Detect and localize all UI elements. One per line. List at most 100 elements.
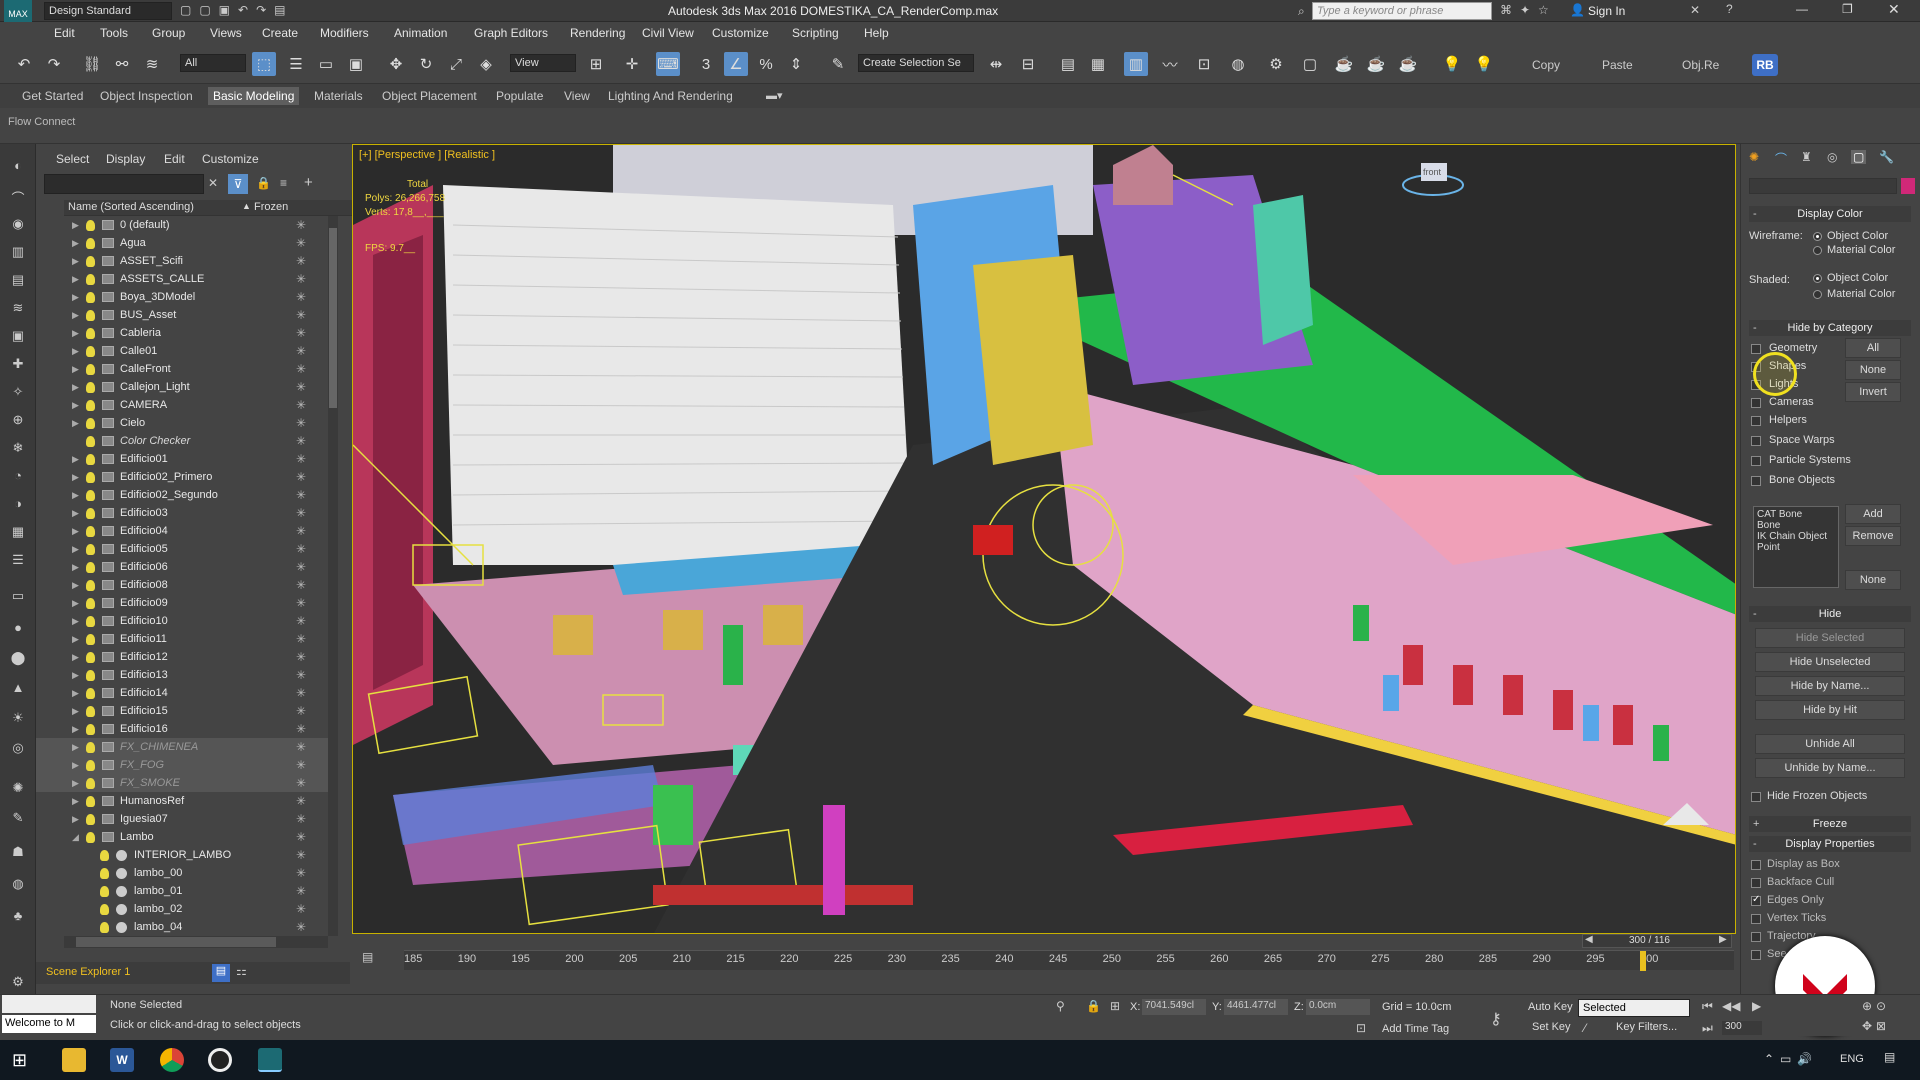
expand-arrow-icon[interactable]: ▶ <box>72 504 79 522</box>
frozen-snowflake-icon[interactable]: ✳ <box>296 576 306 594</box>
display-none-icon[interactable]: ▦ <box>8 524 28 542</box>
table-row[interactable]: ▶ Cableria ✳ <box>36 324 328 342</box>
frozen-snowflake-icon[interactable]: ✳ <box>296 306 306 324</box>
set-key-button[interactable]: Set Key <box>1532 1021 1571 1033</box>
expand-arrow-icon[interactable]: ▶ <box>72 324 79 342</box>
expand-arrow-icon[interactable]: ▶ <box>72 756 79 774</box>
hide-frozen-checkbox[interactable] <box>1751 792 1761 802</box>
visibility-bulb-icon[interactable] <box>86 814 95 825</box>
visibility-bulb-icon[interactable] <box>86 706 95 717</box>
unhide-by-name-button[interactable]: Unhide by Name... <box>1755 758 1905 778</box>
table-row[interactable]: lambo_01 ✳ <box>36 882 328 900</box>
display-geometry-icon[interactable]: ◐ <box>8 158 28 176</box>
display-frozen-icon[interactable]: ❄ <box>8 440 28 458</box>
expand-arrow-icon[interactable]: ▶ <box>72 720 79 738</box>
table-row[interactable]: lambo_02 ✳ <box>36 900 328 918</box>
pivot-icon[interactable]: ⊞ <box>584 52 608 76</box>
visibility-bulb-icon[interactable] <box>86 634 95 645</box>
key-mode-dropdown[interactable]: Selected <box>1578 999 1690 1017</box>
3dsmax-icon[interactable] <box>258 1048 282 1072</box>
object-name-field[interactable] <box>1749 178 1897 194</box>
render-iterative-icon[interactable]: ☕ <box>1364 52 1388 76</box>
hierarchy-tab-icon[interactable]: ♜ <box>1801 150 1812 164</box>
expand-arrow-icon[interactable]: ▶ <box>72 486 79 504</box>
menu-civil-view[interactable]: Civil View <box>642 26 694 40</box>
expand-arrow-icon[interactable]: ▶ <box>72 234 79 252</box>
table-row[interactable]: ▶ Edificio03 ✳ <box>36 504 328 522</box>
slider-prev-icon[interactable]: ◀ <box>1585 934 1593 945</box>
visibility-bulb-icon[interactable] <box>100 904 109 915</box>
wire-object-color-radio[interactable] <box>1813 232 1822 241</box>
expand-arrow-icon[interactable]: ▶ <box>72 522 79 540</box>
expand-arrow-icon[interactable]: ▶ <box>72 450 79 468</box>
visibility-bulb-icon[interactable] <box>86 454 95 465</box>
hide-rollout[interactable]: - Hide <box>1749 606 1911 622</box>
exchange-icon[interactable]: ✕ <box>1690 3 1700 17</box>
menu-views[interactable]: Views <box>210 26 242 40</box>
visibility-bulb-icon[interactable] <box>100 886 109 897</box>
hide-by-hit-button[interactable]: Hide by Hit <box>1755 700 1905 720</box>
display-containers-icon[interactable]: ⊕ <box>8 412 28 430</box>
maxscript-listener[interactable]: Welcome to M <box>2 1015 96 1033</box>
none-filter-button[interactable]: None <box>1845 570 1901 590</box>
expand-arrow-icon[interactable]: ▶ <box>72 306 79 324</box>
frozen-snowflake-icon[interactable]: ✳ <box>296 702 306 720</box>
menu-graph-editors[interactable]: Graph Editors <box>474 26 548 40</box>
workspace-dropdown[interactable]: Design Standard <box>44 2 172 20</box>
visibility-bulb-icon[interactable] <box>86 598 95 609</box>
tab-materials[interactable]: Materials <box>314 89 363 103</box>
display-prop-checkbox[interactable] <box>1751 914 1761 924</box>
isolate-icon[interactable]: ⚲ <box>1056 999 1065 1013</box>
maxscript-mini[interactable] <box>2 995 96 1013</box>
viewport-nav-icons[interactable]: ⊕⊙ <box>1862 999 1890 1013</box>
explorer-menu-select[interactable]: Select <box>56 152 89 166</box>
visibility-bulb-icon[interactable] <box>100 868 109 879</box>
torus-icon[interactable]: ◎ <box>8 740 28 758</box>
viewport-scene[interactable] <box>353 145 1736 934</box>
play-icon[interactable]: ▶ <box>1752 999 1761 1013</box>
lock-icon[interactable]: 🔒 <box>256 176 271 190</box>
tab-basic-modeling[interactable]: Basic Modeling <box>208 87 300 105</box>
expand-arrow-icon[interactable]: ▶ <box>72 558 79 576</box>
quick-access-icons[interactable]: ▢▢▣↶↷▤ <box>180 3 350 19</box>
frozen-snowflake-icon[interactable]: ✳ <box>296 630 306 648</box>
table-row[interactable]: ▶ CAMERA ✳ <box>36 396 328 414</box>
table-row[interactable]: ▶ Iguesia07 ✳ <box>36 810 328 828</box>
display-prop-checkbox[interactable] <box>1751 950 1761 960</box>
bind-spacewarp-icon[interactable]: ≋ <box>140 52 164 76</box>
frozen-snowflake-icon[interactable]: ✳ <box>296 738 306 756</box>
sphere-icon[interactable]: ● <box>8 620 28 638</box>
perspective-viewport[interactable]: [+] [Perspective ] [Realistic ] front To… <box>352 144 1736 934</box>
x-coord-field[interactable]: 7041.549cl <box>1142 999 1206 1015</box>
settings-icon[interactable]: ⚙ <box>8 974 28 992</box>
activeshade-icon[interactable]: ☕ <box>1396 52 1420 76</box>
visibility-bulb-icon[interactable] <box>100 922 109 933</box>
frozen-snowflake-icon[interactable]: ✳ <box>296 396 306 414</box>
visibility-bulb-icon[interactable] <box>86 238 95 249</box>
slider-next-icon[interactable]: ▶ <box>1719 934 1727 945</box>
table-row[interactable]: ▶ Callejon_Light ✳ <box>36 378 328 396</box>
table-row[interactable]: ▶ CalleFront ✳ <box>36 360 328 378</box>
add-layer-icon[interactable]: + <box>304 174 313 191</box>
expand-arrow-icon[interactable]: ▶ <box>72 612 79 630</box>
redo-icon[interactable]: ↷ <box>42 52 66 76</box>
move-icon[interactable]: ✥ <box>384 52 408 76</box>
visibility-bulb-icon[interactable] <box>86 508 95 519</box>
selection-lock-icon[interactable]: 🔒 <box>1086 999 1101 1013</box>
display-cameras-icon[interactable]: ▥ <box>8 244 28 262</box>
visibility-bulb-icon[interactable] <box>86 418 95 429</box>
visibility-bulb-icon[interactable] <box>86 724 95 735</box>
table-row[interactable]: ▶ Edificio16 ✳ <box>36 720 328 738</box>
display-groups-icon[interactable]: ▣ <box>8 328 28 346</box>
frozen-snowflake-icon[interactable]: ✳ <box>296 864 306 882</box>
expand-arrow-icon[interactable]: ▶ <box>72 468 79 486</box>
rb-button[interactable]: RB <box>1752 54 1778 76</box>
display-tab-icon[interactable]: ▢ <box>1851 150 1867 164</box>
table-row[interactable]: lambo_00 ✳ <box>36 864 328 882</box>
hide-selected-button[interactable]: Hide Selected <box>1755 628 1905 648</box>
bone-filter-list[interactable]: CAT Bone Bone IK Chain Object Point <box>1753 506 1839 588</box>
visibility-bulb-icon[interactable] <box>86 796 95 807</box>
frozen-snowflake-icon[interactable]: ✳ <box>296 756 306 774</box>
frozen-snowflake-icon[interactable]: ✳ <box>296 468 306 486</box>
expand-arrow-icon[interactable]: ▶ <box>72 414 79 432</box>
